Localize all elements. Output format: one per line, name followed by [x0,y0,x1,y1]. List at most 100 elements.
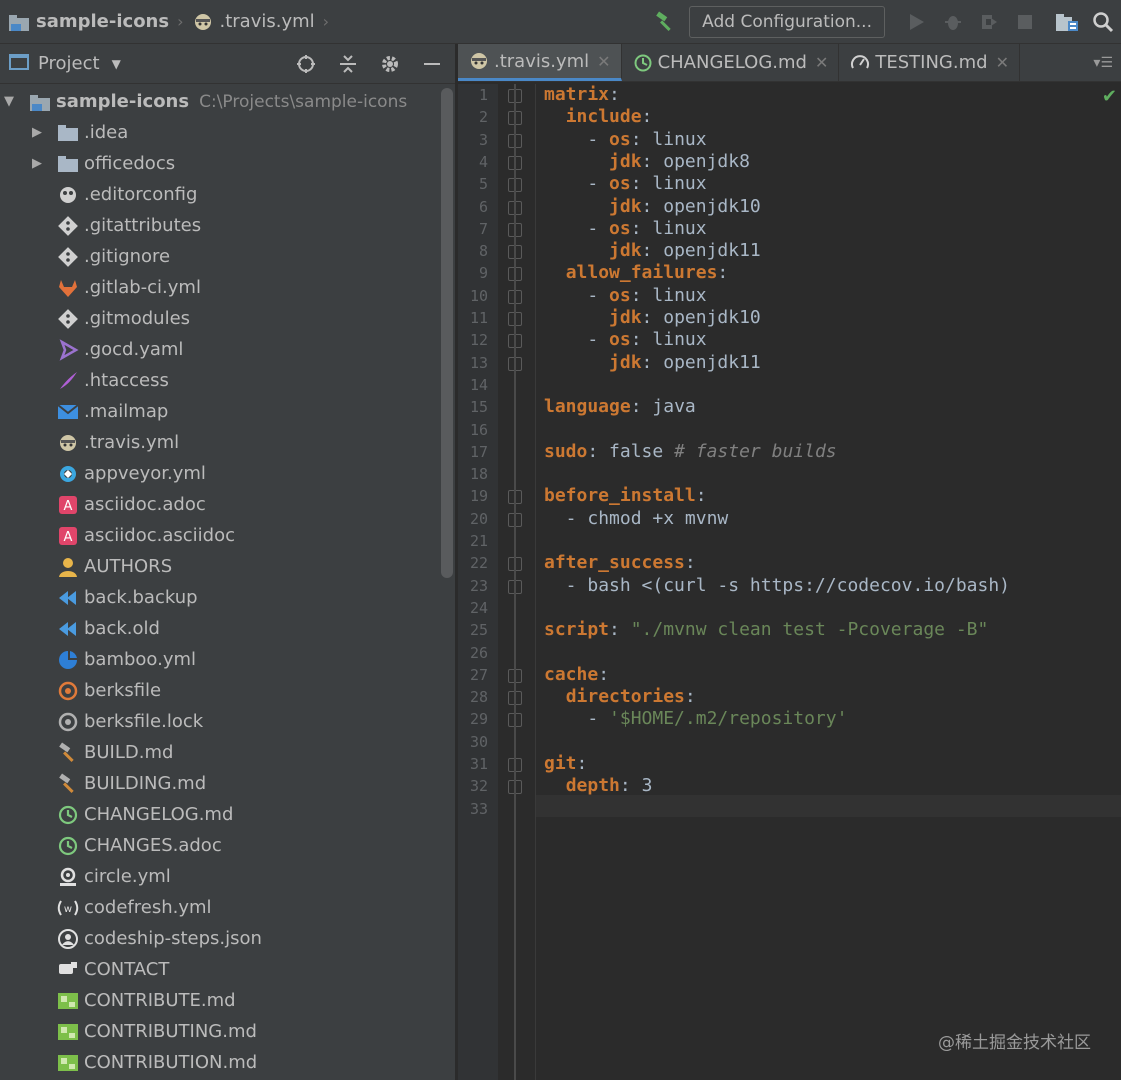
code-token: : [695,485,707,507]
tab-list-menu-icon[interactable]: ▾☰ [1093,44,1113,82]
code-line[interactable]: jdk: openjdk10 [544,307,761,329]
tree-file[interactable]: Aasciidoc.adoc [0,489,440,520]
code-line[interactable]: depth: 3 [544,775,653,797]
tree-folder[interactable]: ▶ .idea [0,117,440,148]
code-line[interactable]: - os: linux [544,129,706,151]
code-line[interactable]: jdk: openjdk11 [544,352,761,374]
expand-arrow-icon[interactable]: ▼ [2,94,16,109]
code-line[interactable]: allow_failures: [544,262,729,284]
tree-file[interactable]: CONTRIBUTING.md [0,1016,440,1047]
tree-file[interactable]: Aasciidoc.asciidoc [0,520,440,551]
debug-icon[interactable] [935,4,971,40]
code-line[interactable]: include: [544,106,653,128]
code-line[interactable]: script: "./mvnw clean test -Pcoverage -B… [544,619,988,641]
close-icon[interactable]: ✕ [597,52,610,71]
tree-file[interactable]: .gocd.yaml [0,334,440,365]
tree-file[interactable]: CONTACT [0,954,440,985]
tree-file[interactable]: BUILD.md [0,737,440,768]
expand-arrow-icon[interactable]: ▶ [30,156,44,171]
close-icon[interactable]: ✕ [815,53,828,72]
tree-file[interactable]: w codefresh.yml [0,892,440,923]
code-line[interactable]: cache: [544,664,609,686]
add-configuration-button[interactable]: Add Configuration... [689,6,885,38]
run-icon[interactable] [899,4,935,40]
tree-file[interactable]: back.old [0,613,440,644]
breadcrumb-project[interactable]: sample-icons [8,11,169,33]
project-structure-icon[interactable] [1049,4,1085,40]
close-icon[interactable]: ✕ [996,53,1009,72]
gear-icon[interactable] [373,47,407,81]
tree-file[interactable]: CHANGES.adoc [0,830,440,861]
tab-changelog-md[interactable]: CHANGELOG.md ✕ [622,44,840,81]
locate-file-icon[interactable] [289,47,323,81]
tree-file[interactable]: CONTRIBUTE.md [0,985,440,1016]
tree-file[interactable]: .gitignore [0,241,440,272]
chevron-down-icon[interactable]: ▼ [112,57,121,71]
tree-root[interactable]: ▼ sample-icons C:\Projects\sample-icons [0,86,440,117]
build-hammer-icon[interactable] [647,4,683,40]
tab-travis-yml[interactable]: .travis.yml ✕ [458,44,622,81]
tree-file[interactable]: circle.yml [0,861,440,892]
tree-file[interactable]: AUTHORS [0,551,440,582]
stop-icon[interactable] [1007,4,1043,40]
tree-file[interactable]: bamboo.yml [0,644,440,675]
circleci-icon [56,865,80,889]
expand-arrow-icon[interactable]: ▶ [30,125,44,140]
tree-file[interactable]: codeship-steps.json [0,923,440,954]
tree-file[interactable]: back.backup [0,582,440,613]
tree-file[interactable]: berksfile [0,675,440,706]
project-view-icon [8,52,30,76]
tree-file[interactable]: BUILDING.md [0,768,440,799]
code-line[interactable]: - os: linux [544,285,706,307]
code-line[interactable]: - os: linux [544,218,706,240]
asciidoc-icon: A [56,524,80,548]
search-icon[interactable] [1085,4,1121,40]
breadcrumb-file[interactable]: .travis.yml [192,11,315,33]
tree-file[interactable]: .editorconfig [0,179,440,210]
code-line[interactable]: - '$HOME/.m2/repository' [544,708,847,730]
collapse-all-icon[interactable] [331,47,365,81]
code-token: : [630,396,653,418]
minimize-icon[interactable] [415,47,449,81]
coverage-icon[interactable] [971,4,1007,40]
tree-file[interactable]: CONTRIBUTION.md [0,1047,440,1078]
code-line[interactable]: git: [544,753,587,775]
code-line[interactable]: - os: linux [544,173,706,195]
code-line[interactable]: jdk: openjdk10 [544,196,761,218]
tree-file[interactable]: .gitlab-ci.yml [0,272,440,303]
tree-item-label: .gitlab-ci.yml [84,277,201,298]
tab-testing-md[interactable]: TESTING.md ✕ [839,44,1020,81]
code-line[interactable]: jdk: openjdk8 [544,151,750,173]
project-folder-icon [8,11,30,33]
code-line[interactable]: directories: [544,686,696,708]
project-view-selector[interactable]: Project [38,53,100,74]
code-line[interactable]: - bash <(curl -s https://codecov.io/bash… [544,575,1010,597]
code-editor[interactable]: matrix: include: - os: linux jdk: openjd… [544,84,1114,1080]
line-number: 17 [469,442,488,461]
tree-item-label: back.backup [84,587,198,608]
code-token: : [609,619,631,641]
watermark: @稀土掘金技术社区 [938,1033,1091,1053]
tree-file[interactable]: berksfile.lock [0,706,440,737]
tree-file[interactable]: CHANGELOG.md [0,799,440,830]
code-line[interactable]: after_success: [544,552,696,574]
line-number: 15 [469,398,488,417]
code-line[interactable]: sudo: false # faster builds [544,441,837,463]
code-line[interactable]: - os: linux [544,329,706,351]
line-number: 23 [469,576,488,595]
tree-file[interactable]: .gitattributes [0,210,440,241]
code-line[interactable]: - chmod +x mvnw [544,508,729,530]
code-line[interactable]: language: java [544,396,696,418]
tree-folder[interactable]: ▶ officedocs [0,148,440,179]
inspection-ok-icon[interactable]: ✔ [1102,86,1117,107]
code-line[interactable]: matrix: [544,84,620,106]
tree-file[interactable]: .htaccess [0,365,440,396]
tree-scrollbar[interactable] [441,88,453,578]
code-line[interactable]: before_install: [544,485,707,507]
code-line[interactable]: jdk: openjdk11 [544,240,761,262]
tree-file[interactable]: appveyor.yml [0,458,440,489]
tree-file[interactable]: .travis.yml [0,427,440,458]
tree-file[interactable]: .gitmodules [0,303,440,334]
tree-file[interactable]: .mailmap [0,396,440,427]
